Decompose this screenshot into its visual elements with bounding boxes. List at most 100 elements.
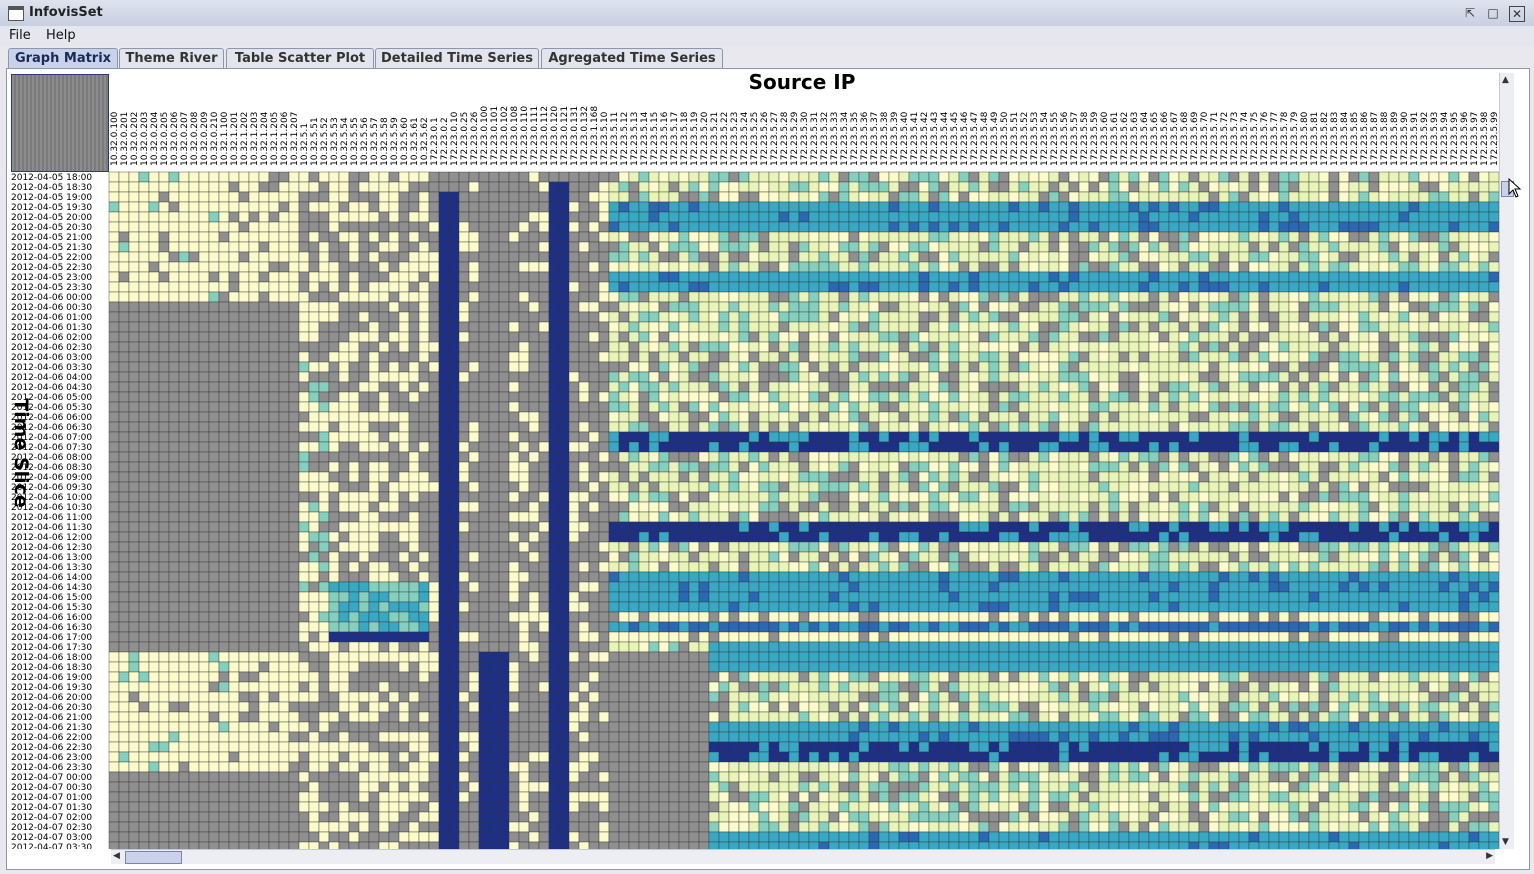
- matrix-cell[interactable]: [1008, 311, 1020, 323]
- matrix-cell[interactable]: [108, 191, 120, 203]
- matrix-cell[interactable]: [918, 481, 930, 493]
- matrix-cell[interactable]: [988, 301, 1000, 313]
- matrix-cell[interactable]: [358, 501, 370, 513]
- matrix-cell[interactable]: [718, 421, 730, 433]
- matrix-cell[interactable]: [778, 391, 790, 403]
- matrix-cell[interactable]: [718, 321, 730, 333]
- matrix-cell[interactable]: [1008, 341, 1020, 353]
- matrix-cell[interactable]: [438, 281, 450, 293]
- matrix-cell[interactable]: [588, 251, 600, 263]
- matrix-cell[interactable]: [398, 211, 410, 223]
- matrix-cell[interactable]: [748, 471, 760, 483]
- matrix-cell[interactable]: [338, 201, 350, 213]
- matrix-cell[interactable]: [418, 461, 430, 473]
- matrix-cell[interactable]: [878, 331, 890, 343]
- matrix-cell[interactable]: [848, 271, 860, 283]
- matrix-cell[interactable]: [288, 461, 300, 473]
- matrix-cell[interactable]: [1078, 241, 1090, 253]
- matrix-cell[interactable]: [1168, 381, 1180, 393]
- matrix-cell[interactable]: [938, 251, 950, 263]
- matrix-cell[interactable]: [1388, 361, 1400, 373]
- matrix-cell[interactable]: [918, 241, 930, 253]
- matrix-cell[interactable]: [1438, 241, 1450, 253]
- matrix-cell[interactable]: [938, 241, 950, 253]
- matrix-cell[interactable]: [908, 241, 920, 253]
- matrix-cell[interactable]: [1398, 261, 1410, 273]
- matrix-cell[interactable]: [588, 171, 600, 183]
- matrix-cell[interactable]: [648, 211, 660, 223]
- matrix-cell[interactable]: [348, 371, 360, 383]
- matrix-cell[interactable]: [628, 301, 640, 313]
- matrix-cell[interactable]: [418, 281, 430, 293]
- matrix-cell[interactable]: [1448, 331, 1460, 343]
- matrix-cell[interactable]: [488, 501, 500, 513]
- matrix-cell[interactable]: [668, 251, 680, 263]
- matrix-cell[interactable]: [798, 171, 810, 183]
- matrix-cell[interactable]: [1198, 401, 1210, 413]
- matrix-cell[interactable]: [558, 241, 570, 253]
- matrix-cell[interactable]: [1188, 291, 1200, 303]
- matrix-cell[interactable]: [1178, 461, 1190, 473]
- matrix-cell[interactable]: [1468, 341, 1480, 353]
- matrix-cell[interactable]: [478, 291, 490, 303]
- matrix-cell[interactable]: [878, 381, 890, 393]
- matrix-cell[interactable]: [1398, 461, 1410, 473]
- matrix-cell[interactable]: [1018, 211, 1030, 223]
- matrix-cell[interactable]: [978, 211, 990, 223]
- matrix-cell[interactable]: [838, 241, 850, 253]
- matrix-cell[interactable]: [728, 221, 740, 233]
- matrix-cell[interactable]: [478, 281, 490, 293]
- matrix-cell[interactable]: [1208, 431, 1220, 443]
- matrix-cell[interactable]: [738, 281, 750, 293]
- matrix-cell[interactable]: [318, 281, 330, 293]
- matrix-cell[interactable]: [618, 291, 630, 303]
- matrix-cell[interactable]: [788, 281, 800, 293]
- matrix-cell[interactable]: [468, 341, 480, 353]
- matrix-cell[interactable]: [1048, 461, 1060, 473]
- matrix-cell[interactable]: [1478, 361, 1490, 373]
- matrix-cell[interactable]: [658, 451, 670, 463]
- matrix-cell[interactable]: [1378, 491, 1390, 503]
- matrix-cell[interactable]: [518, 241, 530, 253]
- matrix-cell[interactable]: [868, 291, 880, 303]
- matrix-cell[interactable]: [478, 391, 490, 403]
- matrix-cell[interactable]: [278, 261, 290, 273]
- matrix-cell[interactable]: [1218, 271, 1230, 283]
- matrix-cell[interactable]: [368, 201, 380, 213]
- matrix-cell[interactable]: [338, 351, 350, 363]
- matrix-cell[interactable]: [1328, 381, 1340, 393]
- matrix-cell[interactable]: [1038, 501, 1050, 513]
- matrix-cell[interactable]: [758, 371, 770, 383]
- matrix-cell[interactable]: [1228, 381, 1240, 393]
- matrix-cell[interactable]: [1148, 431, 1160, 443]
- matrix-cell[interactable]: [208, 231, 220, 243]
- matrix-cell[interactable]: [1438, 211, 1450, 223]
- matrix-cell[interactable]: [1138, 341, 1150, 353]
- matrix-cell[interactable]: [458, 471, 470, 483]
- matrix-cell[interactable]: [1368, 411, 1380, 423]
- matrix-cell[interactable]: [988, 371, 1000, 383]
- matrix-cell[interactable]: [948, 231, 960, 243]
- matrix-cell[interactable]: [318, 481, 330, 493]
- matrix-cell[interactable]: [628, 321, 640, 333]
- matrix-cell[interactable]: [678, 401, 690, 413]
- matrix-cell[interactable]: [1458, 211, 1470, 223]
- matrix-cell[interactable]: [688, 221, 700, 233]
- matrix-cell[interactable]: [1058, 391, 1070, 403]
- matrix-cell[interactable]: [1108, 211, 1120, 223]
- matrix-cell[interactable]: [1148, 251, 1160, 263]
- matrix-cell[interactable]: [848, 501, 860, 513]
- matrix-cell[interactable]: [358, 191, 370, 203]
- matrix-cell[interactable]: [858, 471, 870, 483]
- matrix-cell[interactable]: [978, 311, 990, 323]
- matrix-cell[interactable]: [888, 401, 900, 413]
- matrix-cell[interactable]: [548, 231, 560, 243]
- matrix-cell[interactable]: [638, 471, 650, 483]
- matrix-cell[interactable]: [228, 481, 240, 493]
- matrix-cell[interactable]: [1048, 201, 1060, 213]
- matrix-cell[interactable]: [408, 211, 420, 223]
- matrix-cell[interactable]: [778, 461, 790, 473]
- matrix-cell[interactable]: [358, 281, 370, 293]
- matrix-cell[interactable]: [1208, 221, 1220, 233]
- matrix-cell[interactable]: [1428, 251, 1440, 263]
